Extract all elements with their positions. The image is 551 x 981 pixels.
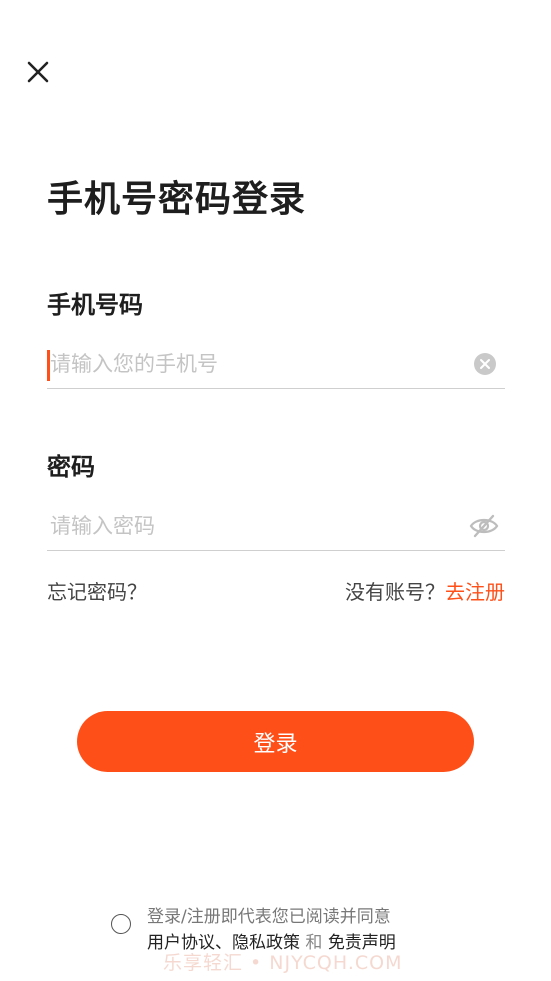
phone-label: 手机号码: [47, 291, 143, 319]
links-row: 忘记密码？ 没有账号？去注册: [47, 576, 505, 606]
agreement-checkbox[interactable]: [111, 914, 131, 934]
register-prompt: 没有账号？去注册: [345, 576, 505, 605]
phone-field-row: [47, 344, 505, 389]
close-icon: [27, 61, 49, 83]
no-account-text: 没有账号？: [345, 580, 445, 604]
login-button[interactable]: 登录: [77, 711, 474, 772]
register-link[interactable]: 去注册: [445, 580, 505, 604]
password-visibility-toggle[interactable]: [469, 514, 499, 538]
password-field-row: [47, 506, 505, 551]
password-input[interactable]: [47, 506, 460, 546]
clear-circle-icon: [474, 353, 496, 375]
page-title: 手机号密码登录: [47, 179, 307, 220]
close-button[interactable]: [22, 56, 54, 88]
phone-input[interactable]: [47, 344, 460, 384]
password-label: 密码: [47, 453, 95, 481]
watermark: 乐享轻汇 • NJYCQH.COM: [163, 952, 403, 974]
eye-off-icon: [469, 514, 499, 538]
clear-input-button[interactable]: [473, 352, 497, 376]
forgot-password-link[interactable]: 忘记密码？: [47, 576, 147, 605]
agreement-text: 登录/注册即代表您已阅读并同意: [147, 907, 391, 927]
